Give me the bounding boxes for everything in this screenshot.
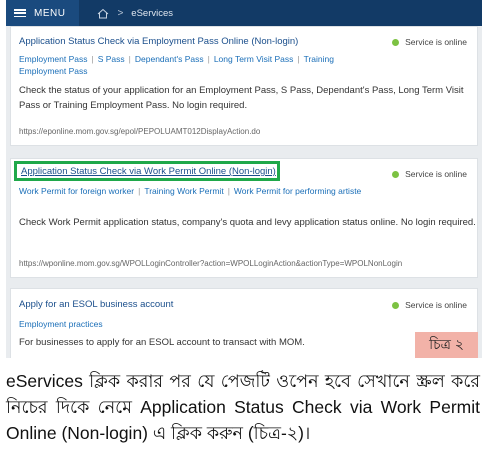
card-description: Check Work Permit application status, co…: [19, 217, 476, 228]
tag-link[interactable]: Long Term Visit Pass: [214, 54, 294, 64]
breadcrumb-current[interactable]: eServices: [131, 8, 173, 19]
service-status-text: Service is online: [405, 300, 467, 310]
tag-link[interactable]: Employment Pass: [19, 54, 88, 64]
menu-button[interactable]: MENU: [6, 0, 80, 26]
home-icon[interactable]: [97, 8, 109, 19]
card-title-link[interactable]: Application Status Check via Employment …: [19, 36, 298, 47]
tag-list: Employment Pass | S Pass | Dependant's Pass |…: [19, 54, 334, 76]
online-status-dot-icon: [392, 38, 400, 46]
menu-label: MENU: [34, 7, 66, 19]
service-status: Service is online: [392, 169, 467, 179]
tag-link[interactable]: Dependant's Pass: [135, 54, 204, 64]
hamburger-icon: [14, 9, 26, 17]
service-status: Service is online: [392, 37, 467, 47]
figure-label-badge: চিত্র ২: [415, 332, 478, 358]
tag-link[interactable]: Training Work Permit: [144, 186, 223, 196]
top-navigation-bar: MENU > eServices: [6, 0, 482, 26]
service-card-esol: Apply for an ESOL business account Servi…: [10, 288, 478, 358]
card-description: For businesses to apply for an ESOL acco…: [19, 337, 305, 348]
tag-link[interactable]: Work Permit for foreign worker: [19, 186, 134, 196]
chevron-right-icon: >: [117, 7, 124, 19]
card-url[interactable]: https://wponline.mom.gov.sg/WPOLLoginCon…: [19, 259, 402, 268]
instruction-caption: eServices ক্লিক করার পর যে পেজটি ওপেন হব…: [6, 371, 480, 443]
tag-list: Work Permit for foreign worker | Training …: [19, 186, 362, 196]
service-card-employment-pass: Application Status Check via Employment …: [10, 26, 478, 146]
card-url[interactable]: https://eponline.mom.gov.sg/epol/PEPOLUA…: [19, 127, 260, 136]
tag-list: Employment practices: [19, 318, 379, 330]
online-status-dot-icon: [392, 170, 400, 178]
service-card-work-permit: Application Status Check via Work Permit…: [10, 158, 478, 278]
card-title-link[interactable]: Apply for an ESOL business account: [19, 299, 173, 310]
tag-link[interactable]: S Pass: [98, 54, 125, 64]
service-status-text: Service is online: [405, 37, 467, 47]
screenshot-frame: MENU > eServices Application Status Chec…: [6, 0, 482, 358]
card-title-link[interactable]: Application Status Check via Work Permit…: [21, 166, 276, 177]
card-description: Check the status of your application for…: [19, 85, 464, 111]
service-status: Service is online: [392, 300, 467, 310]
online-status-dot-icon: [392, 301, 400, 309]
service-status-text: Service is online: [405, 169, 467, 179]
tag-link[interactable]: Work Permit for performing artiste: [234, 186, 361, 196]
tag-link[interactable]: Employment practices: [19, 319, 103, 329]
breadcrumb: > eServices: [97, 8, 173, 19]
